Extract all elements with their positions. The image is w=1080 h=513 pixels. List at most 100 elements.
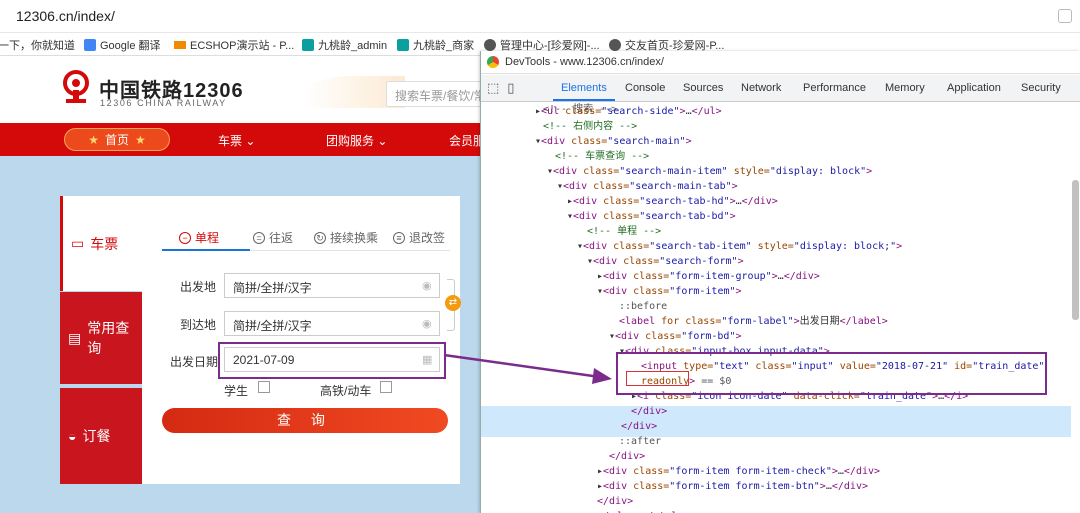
tab-network[interactable]: Network: [741, 82, 781, 94]
elements-dom-tree[interactable]: <!-- 搜索 --> ▸<ul class="search-side">…</…: [481, 103, 1071, 513]
dom-line[interactable]: </div>: [621, 420, 657, 435]
dom-line[interactable]: ▾<div class="form-item">: [597, 285, 742, 300]
bookmark-ecshop[interactable]: ECSHOP演示站 - P...: [174, 37, 294, 53]
dom-line[interactable]: ::after: [619, 435, 661, 450]
minus-circle-icon: −: [179, 231, 191, 244]
highspeed-label: 高铁/动车: [320, 384, 372, 398]
annotation-arrow-icon: [443, 353, 612, 384]
dom-line[interactable]: </div>: [631, 405, 667, 420]
side-tab-order[interactable]: ◒ 订餐: [60, 388, 142, 484]
dom-line[interactable]: ▸<div class="form-item form-item-btn">…<…: [597, 480, 868, 495]
dom-line[interactable]: </div>: [609, 450, 645, 465]
tab-roundtrip[interactable]: = 往返: [253, 229, 293, 246]
tab-elements[interactable]: Elements: [561, 82, 607, 94]
to-label: 到达地: [180, 318, 217, 332]
dom-line[interactable]: ::before: [619, 300, 667, 315]
dom-line[interactable]: </div>: [597, 495, 633, 510]
readonly-highlight-box: [626, 371, 689, 386]
dom-line[interactable]: <label for class="form-label">出发日期</labe…: [619, 315, 888, 330]
active-tab-indicator: [162, 249, 250, 251]
dom-line[interactable]: <!-- 单程 -->: [587, 225, 661, 240]
site-search-input[interactable]: 搜索车票/餐饮/常: [386, 81, 490, 107]
dom-line[interactable]: <!-- 右侧内容 -->: [543, 120, 637, 135]
nav-home[interactable]: ★ 首页 ★: [64, 128, 170, 151]
tab-sources[interactable]: Sources: [683, 82, 723, 94]
nav-tickets-label: 车票: [218, 134, 243, 148]
bookmark-merchant[interactable]: 九桃龄_商家: [397, 37, 474, 53]
site-icon: [397, 39, 409, 51]
side-tab-label: 订餐: [82, 428, 111, 444]
site-icon: [302, 39, 314, 51]
date-label: 出发日期: [170, 355, 219, 369]
dom-line[interactable]: ▾<div class="search-tab-item" style="dis…: [577, 240, 902, 255]
cart-icon: [174, 41, 186, 49]
dom-line[interactable]: ▾<div class="search-main">: [535, 135, 692, 150]
nav-tickets[interactable]: 车票 ⌄: [218, 132, 255, 149]
bookmark-admin[interactable]: 九桃龄_admin: [302, 37, 387, 53]
highspeed-checkbox[interactable]: [380, 381, 392, 393]
extension-icon[interactable]: [1058, 9, 1072, 23]
chevron-down-icon: ⌄: [377, 134, 388, 148]
chrome-icon: [487, 56, 499, 68]
equal-circle-icon: =: [253, 231, 265, 244]
dom-line[interactable]: ▾<div class="search-main-tab">: [557, 180, 738, 195]
from-station-input[interactable]: 简拼/全拼/汉字 ◉: [224, 273, 440, 298]
side-tab-common[interactable]: ▤ 常用查询: [60, 292, 142, 384]
bookmark-label: Google 翻译: [100, 40, 161, 52]
student-label: 学生: [224, 384, 249, 398]
dom-line[interactable]: ▸<ul class="search-side">…</ul>: [535, 105, 722, 120]
transfer-circle-icon: ↻: [314, 231, 326, 244]
tab-label: 单程: [195, 231, 220, 245]
tab-performance[interactable]: Performance: [803, 82, 866, 94]
tab-transfer[interactable]: ↻ 接续换乘: [314, 229, 378, 246]
dom-line[interactable]: ▸<div class="form-item-group">…</div>: [597, 270, 820, 285]
side-tab-label: 常用查询: [87, 320, 130, 356]
tab-console[interactable]: Console: [625, 82, 665, 94]
inspect-icon[interactable]: ⬚: [487, 80, 499, 96]
nav-group[interactable]: 团购服务 ⌄: [326, 132, 387, 149]
train-icon: ▭: [71, 235, 85, 251]
dom-line[interactable]: ▾<div class="search-tab-bd">: [567, 210, 736, 225]
bookmark-baidu[interactable]: 一下，你就知道: [0, 37, 75, 53]
query-button[interactable]: 查 询: [162, 408, 448, 433]
dom-line[interactable]: ▸<div class="search-tab-hd">…</div>: [567, 195, 778, 210]
booking-side-tabs: ▭ 车票 ▤ 常用查询 ◒ 订餐: [60, 196, 142, 484]
site-navbar: ★ 首页 ★ 车票 ⌄ 团购服务 ⌄ 会员服: [0, 123, 490, 156]
search-doc-icon: ▤: [68, 329, 82, 346]
active-tab-indicator: [553, 99, 615, 101]
globe-icon: [484, 39, 496, 51]
tab-security[interactable]: Security: [1021, 82, 1061, 94]
dom-line[interactable]: ▾<div class="search-main-item" style="di…: [547, 165, 872, 180]
device-icon[interactable]: ▯: [507, 80, 514, 96]
dom-line[interactable]: <!-- 车票查询 -->: [555, 150, 649, 165]
url-text[interactable]: 12306.cn/index/: [16, 8, 115, 24]
dom-line[interactable]: ▸<div class="form-item form-item-check">…: [597, 465, 880, 480]
tab-memory[interactable]: Memory: [885, 82, 925, 94]
swap-stations-button[interactable]: ⇄: [445, 295, 461, 311]
list-circle-icon: ≡: [393, 231, 405, 244]
bookmark-google-translate[interactable]: Google 翻译: [84, 37, 161, 53]
dom-line[interactable]: ▾<div class="search-form">: [587, 255, 744, 270]
bookmark-label: 九桃龄_商家: [413, 40, 475, 52]
bookmark-label: ECSHOP演示站 - P...: [190, 40, 295, 52]
star-icon: ★: [135, 132, 146, 147]
tab-application[interactable]: Application: [947, 82, 1001, 94]
selected-node-background: [481, 406, 1071, 437]
tab-oneway[interactable]: − 单程: [179, 229, 219, 246]
to-input-value: 简拼/全拼/汉字: [233, 319, 312, 333]
devtools-titlebar: DevTools - www.12306.cn/index/: [481, 51, 1080, 74]
student-checkbox[interactable]: [258, 381, 270, 393]
site-logo-subtitle: 12306 CHINA RAILWAY: [100, 98, 227, 108]
side-tab-tickets[interactable]: ▭ 车票: [60, 196, 142, 291]
railway-logo-icon: [63, 70, 89, 103]
to-station-input[interactable]: 简拼/全拼/汉字 ◉: [224, 311, 440, 336]
bookmark-label: 九桃龄_admin: [318, 40, 388, 52]
devtools-scrollbar[interactable]: [1072, 180, 1079, 320]
dom-line[interactable]: ▾<div class="form-bd">: [609, 330, 742, 345]
nav-group-label: 团购服务: [326, 134, 375, 148]
date-highlight-box: [218, 342, 446, 379]
railway-site: 中国铁路12306 12306 CHINA RAILWAY 搜索车票/餐饮/常 …: [0, 56, 490, 513]
devtools-tools: ⬚ ▯: [487, 80, 514, 96]
tab-refund[interactable]: ≡ 退改签: [393, 229, 445, 246]
address-bar[interactable]: 12306.cn/index/: [0, 0, 1080, 33]
